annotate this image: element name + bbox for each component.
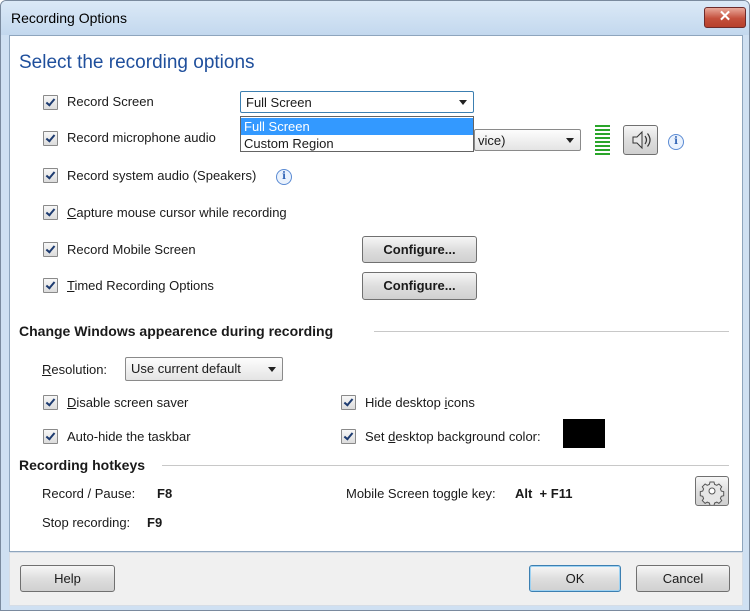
dropdown-option-custom-region[interactable]: Custom Region (241, 135, 473, 152)
hotkey-settings-button[interactable] (695, 476, 729, 506)
record-mobile-label: Record Mobile Screen (67, 242, 196, 257)
system-audio-info-icon[interactable]: i (276, 169, 292, 185)
speaker-button[interactable] (623, 125, 658, 155)
record-screen-label: Record Screen (67, 94, 154, 109)
timed-recording-checkbox[interactable] (43, 278, 58, 293)
set-background-checkbox[interactable] (341, 429, 356, 444)
record-screen-checkbox[interactable] (43, 95, 58, 110)
hide-icons-checkbox[interactable] (341, 395, 356, 410)
record-system-audio-label: Record system audio (Speakers) (67, 168, 257, 183)
help-button[interactable]: Help (20, 565, 115, 592)
record-pause-label: Record / Pause: (42, 486, 136, 501)
stop-recording-label: Stop recording: (42, 515, 131, 530)
page-title: Select the recording options (19, 52, 255, 73)
resolution-select[interactable]: Use current default (125, 357, 283, 381)
screen-mode-select[interactable]: Full Screen (240, 91, 474, 113)
record-microphone-checkbox[interactable] (43, 131, 58, 146)
disable-screensaver-checkbox[interactable] (43, 395, 58, 410)
mobile-toggle-label: Mobile Screen toggle key: (346, 486, 496, 501)
dialog-footer (9, 552, 743, 606)
set-background-label: Set desktop background color: (365, 429, 541, 444)
chevron-down-icon (459, 100, 467, 105)
hide-icons-label: Hide desktop icons (365, 395, 475, 410)
capture-cursor-checkbox[interactable] (43, 205, 58, 220)
microphone-device-select[interactable]: vice) (474, 129, 581, 151)
timed-recording-label: Timed Recording Options (67, 278, 214, 293)
record-microphone-label: Record microphone audio (67, 130, 216, 145)
record-pause-key[interactable]: F8 (157, 486, 172, 501)
gear-icon (699, 481, 725, 506)
stop-recording-key[interactable]: F9 (147, 515, 162, 530)
record-system-audio-checkbox[interactable] (43, 168, 58, 183)
appearance-section-title: Change Windows appearence during recordi… (19, 323, 334, 339)
autohide-taskbar-checkbox[interactable] (43, 429, 58, 444)
microphone-device-value: vice) (478, 133, 506, 148)
disable-screensaver-label: Disable screen saver (67, 395, 189, 410)
speaker-icon (632, 130, 651, 150)
section-divider (162, 465, 729, 466)
background-color-swatch[interactable] (563, 419, 605, 448)
resolution-value: Use current default (131, 361, 241, 376)
title-bar: Recording Options ✕ (1, 1, 749, 35)
section-divider (374, 331, 729, 332)
cancel-button[interactable]: Cancel (636, 565, 730, 592)
record-mobile-checkbox[interactable] (43, 242, 58, 257)
screen-mode-value: Full Screen (246, 95, 312, 110)
resolution-label: Resolution: (42, 362, 108, 377)
microphone-info-icon[interactable]: i (668, 134, 684, 150)
autohide-taskbar-label: Auto-hide the taskbar (67, 429, 191, 444)
capture-cursor-label: Capture mouse cursor while recording (67, 205, 287, 220)
dropdown-option-full-screen[interactable]: Full Screen (241, 118, 473, 135)
chevron-down-icon (268, 367, 276, 372)
mobile-toggle-key[interactable]: Alt + F11 (515, 486, 572, 501)
configure-mobile-button[interactable]: Configure... (362, 236, 477, 263)
audio-level-meter (595, 125, 610, 157)
chevron-down-icon (566, 138, 574, 143)
screen-mode-dropdown-list: Full Screen Custom Region (240, 116, 474, 152)
hotkeys-section-title: Recording hotkeys (19, 457, 146, 473)
ok-button[interactable]: OK (529, 565, 621, 592)
window-title: Recording Options (11, 10, 127, 26)
configure-timed-button[interactable]: Configure... (362, 272, 477, 300)
close-button[interactable]: ✕ (704, 7, 746, 28)
